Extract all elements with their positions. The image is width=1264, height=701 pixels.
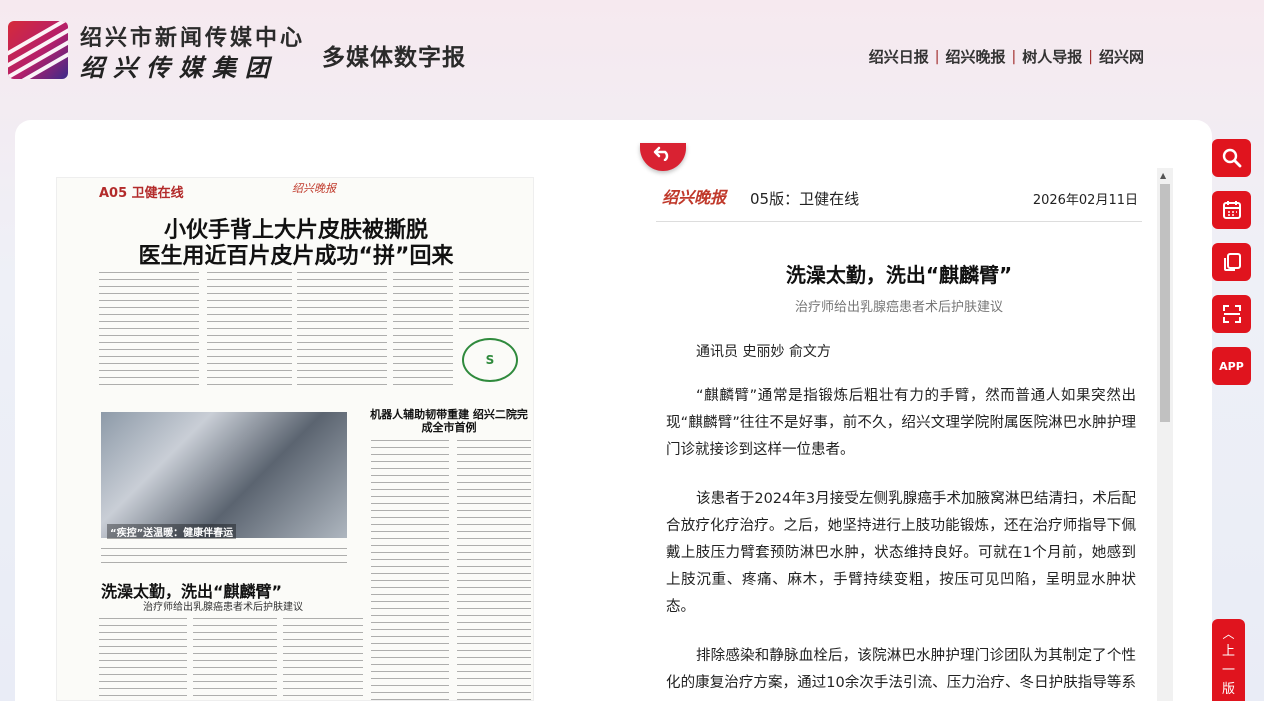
scroll-up-arrow-icon[interactable]: ▲ — [1160, 171, 1166, 180]
page-preview-badge-icon: S — [462, 338, 518, 382]
site-title: 多媒体数字报 — [322, 45, 466, 71]
page-preview-text-block — [99, 272, 199, 387]
newspaper-page-preview[interactable]: A05 卫健在线 绍兴晚报 小伙手背上大片皮肤被撕脱 医生用近百片皮片成功“拼”… — [56, 177, 534, 701]
article-byline: 通讯员 史丽妙 俞文方 — [696, 344, 831, 360]
nav-link-shuren-daobao[interactable]: 树人导报 — [1016, 46, 1088, 67]
nav-link-shaoxing-daily[interactable]: 绍兴日报 — [863, 46, 935, 67]
page-preview-wash-subheadline: 治疗师给出乳腺癌患者术后护肤建议 — [143, 602, 303, 613]
article-paragraph: 排除感染和静脉血栓后，该院淋巴水肿护理门诊团队为其制定了个性化的康复治疗方案，通… — [666, 648, 1136, 691]
page-preview-text-block — [393, 272, 453, 387]
chevron-up-icon: ︿ — [1222, 627, 1235, 641]
back-arrow-icon — [653, 146, 669, 162]
page-preview-photo-caption: “疾控”送温暖：健康伴春运 — [107, 524, 237, 539]
group-name: 绍兴传媒集团 — [80, 53, 278, 82]
site-header: 绍兴市新闻传媒中心 绍兴传媒集团 多媒体数字报 绍兴日报 | 绍兴晚报 | 树人… — [0, 0, 1264, 110]
scan-button[interactable] — [1212, 295, 1251, 333]
app-button[interactable]: APP — [1212, 347, 1251, 385]
article-title: 洗澡太勤，洗出“麒麟臂” — [785, 263, 1013, 287]
page-preview-section-label: A05 卫健在线 — [99, 186, 184, 201]
side-toolbar: APP — [1212, 139, 1251, 399]
article-paragraph: 该患者于2024年3月接受左侧乳腺癌手术加腋窝淋巴结清扫，术后配合放疗化疗治疗。… — [666, 491, 1136, 615]
copy-button[interactable] — [1212, 243, 1251, 281]
top-nav: 绍兴日报 | 绍兴晚报 | 树人导报 | 绍兴网 — [863, 46, 1150, 67]
page-preview-text-block — [101, 548, 347, 568]
page-preview-text-block — [371, 440, 449, 700]
page-preview-text-block — [297, 272, 387, 387]
page-preview-text-block — [457, 440, 531, 700]
previous-page-label: 上一版 — [1221, 644, 1235, 697]
page-preview-text-block — [207, 272, 292, 387]
article-subtitle: 治疗师给出乳腺癌患者术后护肤建议 — [794, 300, 1003, 315]
app-icon: APP — [1219, 359, 1244, 373]
previous-page-button[interactable]: ︿ 上一版 — [1212, 619, 1245, 701]
article-paragraph: “麒麟臂”通常是指锻炼后粗壮有力的手臂，然而普通人如果突然出现“麒麟臂”往往不是… — [666, 388, 1136, 458]
media-group-logo-icon — [8, 21, 68, 79]
page-preview-text-block — [193, 618, 277, 700]
search-icon — [1222, 148, 1241, 168]
nav-link-shaoxing-net[interactable]: 绍兴网 — [1093, 46, 1150, 67]
page-preview-text-block — [459, 272, 529, 332]
article-date: 2026年02月11日 — [1032, 193, 1138, 208]
page-preview-text-block — [99, 618, 187, 700]
article-info-bar: 绍兴晚报 05版：卫健在线 2026年02月11日 — [656, 178, 1142, 222]
article-scrollbar[interactable]: ▲ — [1157, 168, 1173, 701]
article-brand: 绍兴晚报 — [662, 188, 727, 207]
search-button[interactable] — [1212, 139, 1251, 177]
page-preview-headline-line2[interactable]: 医生用近百片皮片成功“拼”回来 — [57, 238, 533, 270]
page-preview-photo[interactable] — [101, 412, 347, 538]
article-page-label: 05版：卫健在线 — [750, 190, 860, 208]
page-preview-robot-headline[interactable]: 机器人辅助韧带重建 绍兴二院完成全市首例 — [369, 408, 529, 434]
page-preview-text-block — [283, 618, 363, 700]
article-panel: 绍兴晚报 05版：卫健在线 2026年02月11日 洗澡太勤，洗出“麒麟臂” 治… — [656, 178, 1142, 701]
calendar-icon — [1222, 201, 1241, 219]
nav-link-shaoxing-evening[interactable]: 绍兴晚报 — [940, 46, 1012, 67]
scroll-thumb[interactable] — [1160, 184, 1170, 422]
scan-icon — [1222, 305, 1241, 323]
calendar-button[interactable] — [1212, 191, 1251, 229]
copy-icon — [1223, 253, 1241, 271]
page-preview-brand: 绍兴晚报 — [292, 182, 336, 195]
